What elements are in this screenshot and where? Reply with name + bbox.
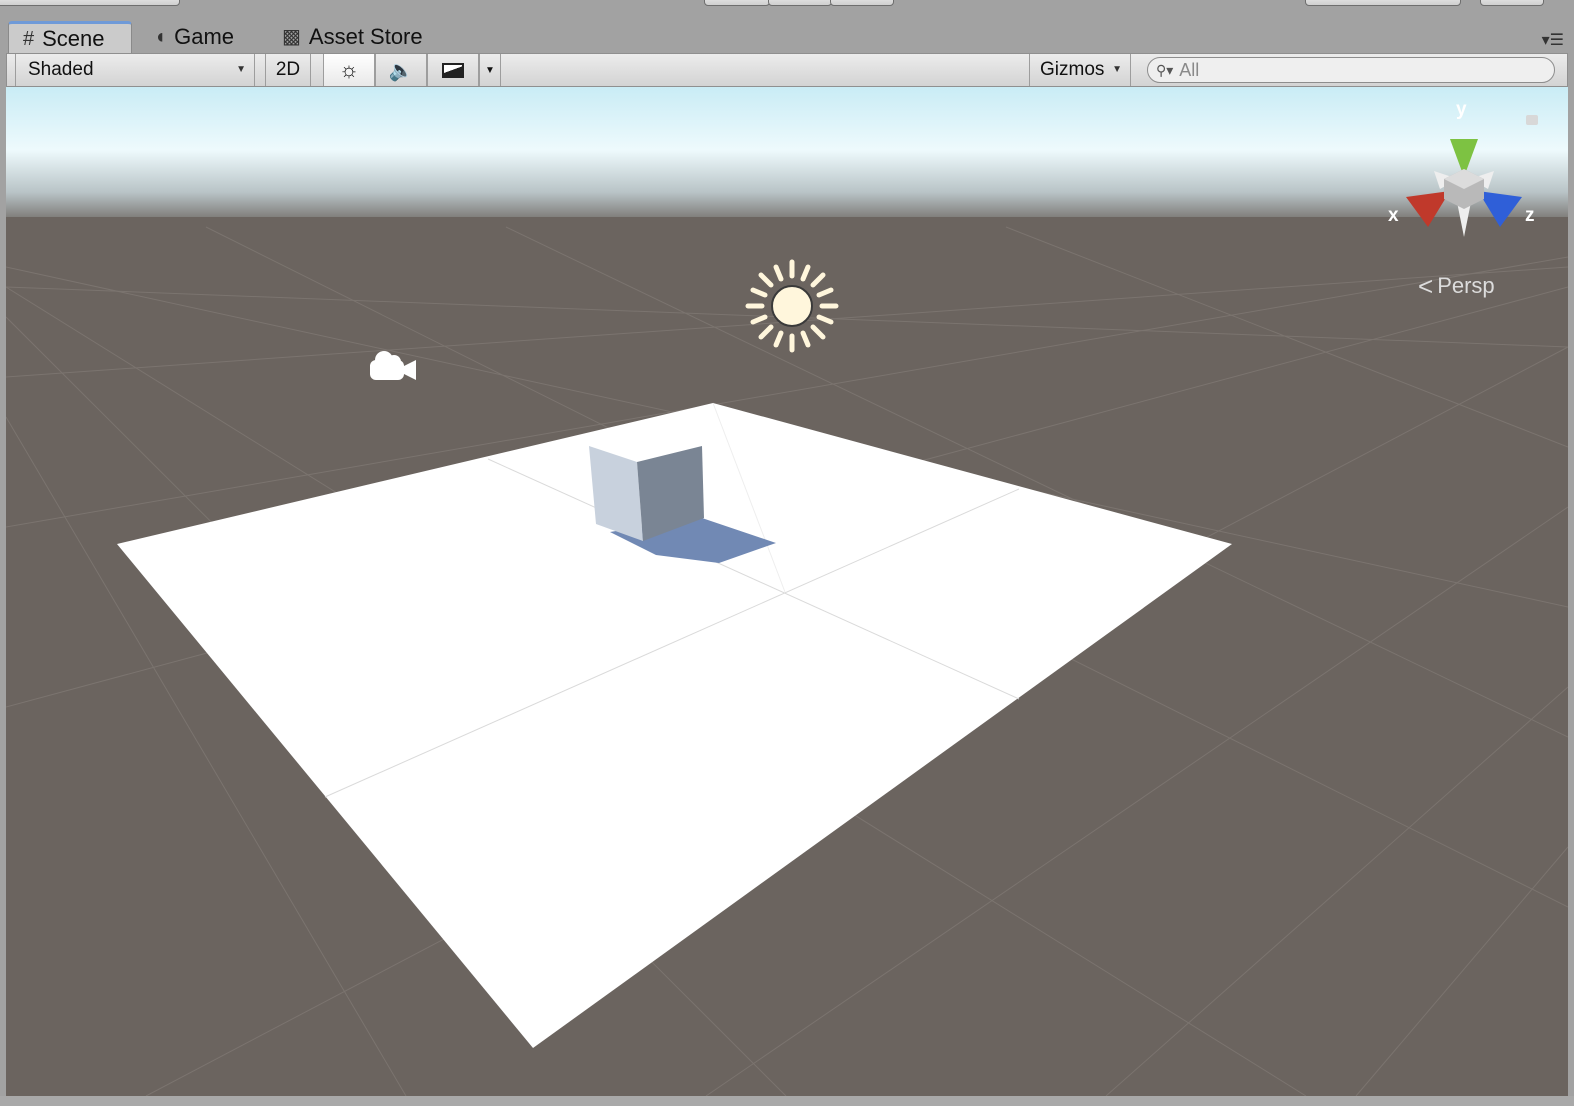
main-toolbar-strip bbox=[0, 0, 1574, 20]
gizmo-y-label: y bbox=[1456, 99, 1467, 120]
window-bottom-edge bbox=[0, 1096, 1574, 1106]
layers-dropdown[interactable] bbox=[1305, 0, 1461, 6]
gizmo-z-label: z bbox=[1525, 205, 1535, 226]
chevron-down-icon: ▼ bbox=[236, 64, 246, 75]
scene-toolbar: Shaded ▼ 2D ☼ 🔈 ▼ Gizmos ▼ ⚲▾ bbox=[6, 53, 1568, 87]
pacman-icon: ◖ bbox=[154, 26, 167, 48]
main-toolbar-button-left[interactable] bbox=[0, 0, 180, 6]
grid-icon: # bbox=[23, 27, 35, 50]
scene-audio-toggle[interactable]: 🔈 bbox=[375, 54, 427, 86]
directional-light-icon bbox=[745, 259, 839, 353]
toggle-2d-button[interactable]: 2D bbox=[265, 54, 311, 86]
scene-render bbox=[6, 87, 1568, 1096]
scene-lighting-toggle[interactable]: ☼ bbox=[323, 54, 375, 86]
hierarchy-search[interactable]: ⚲▾ bbox=[1147, 57, 1555, 83]
tab-scene[interactable]: # Scene bbox=[8, 21, 132, 53]
pause-button[interactable] bbox=[768, 0, 832, 6]
shading-mode-label: Shaded bbox=[28, 59, 94, 80]
tab-scene-label: Scene bbox=[42, 25, 105, 51]
step-button[interactable] bbox=[830, 0, 894, 6]
scene-viewport[interactable]: y x z < Persp bbox=[6, 87, 1568, 1096]
lock-icon[interactable] bbox=[1526, 115, 1538, 125]
tab-game-label: Game bbox=[174, 24, 235, 49]
sun-icon: ☼ bbox=[338, 57, 360, 82]
search-icon: ⚲▾ bbox=[1156, 61, 1174, 78]
skybox bbox=[6, 87, 1568, 227]
search-input[interactable] bbox=[1177, 58, 1542, 82]
projection-label: Persp bbox=[1437, 273, 1495, 298]
toggle-2d-label: 2D bbox=[275, 59, 301, 80]
scene-effects-toggle[interactable] bbox=[427, 54, 479, 86]
tab-menu-icon[interactable]: ▾☰ bbox=[1542, 30, 1564, 50]
speaker-icon: 🔈 bbox=[388, 59, 414, 82]
shading-mode-dropdown[interactable]: Shaded ▼ bbox=[15, 54, 255, 86]
image-icon bbox=[442, 62, 464, 78]
chevron-left-icon: < bbox=[1418, 271, 1434, 301]
projection-toggle[interactable]: < Persp bbox=[1418, 273, 1495, 299]
tab-bar: # Scene ◖ Game ▩ Asset Store ▾☰ bbox=[0, 18, 1574, 53]
tab-game[interactable]: ◖ Game bbox=[140, 21, 260, 53]
tab-asset-store[interactable]: ▩ Asset Store bbox=[268, 21, 448, 53]
effects-dropdown[interactable]: ▼ bbox=[479, 54, 501, 86]
gizmos-label: Gizmos bbox=[1040, 59, 1105, 80]
gizmo-x-label: x bbox=[1388, 205, 1399, 226]
gizmos-dropdown[interactable]: Gizmos ▼ bbox=[1029, 54, 1131, 86]
shopping-bag-icon: ▩ bbox=[282, 26, 301, 48]
tab-asset-store-label: Asset Store bbox=[308, 24, 423, 49]
play-button[interactable] bbox=[704, 0, 770, 6]
chevron-down-icon: ▼ bbox=[1112, 64, 1122, 75]
layout-dropdown[interactable] bbox=[1480, 0, 1544, 6]
chevron-down-icon: ▼ bbox=[485, 64, 495, 76]
